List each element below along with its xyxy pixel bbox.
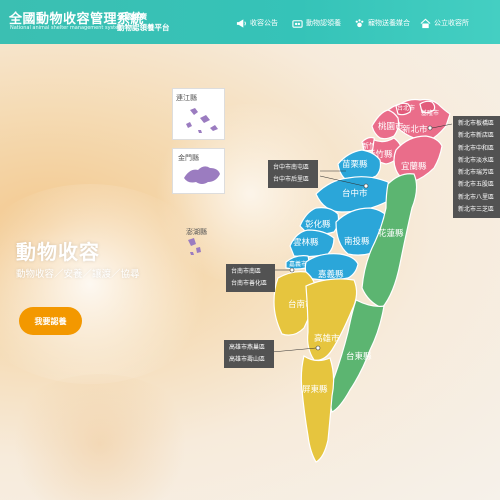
region-label-kaohsiung: 高雄市 [314,333,340,344]
district-link[interactable]: 台南市南區 [231,266,270,278]
region-label-hualien: 花蓮縣 [378,228,404,239]
region-label-taoyuan: 桃園市 [378,121,404,132]
district-link[interactable]: 新北市新店區 [458,130,495,142]
region-label-yunlin: 雲林縣 [293,237,319,248]
region-label-miaoli: 苗栗縣 [342,159,368,170]
region-penghu[interactable]: 澎湖縣 [186,227,207,255]
region-label-taipei: 台北市 [397,104,415,112]
newtaipei-districts-callout: 新北市板橋區 新北市新店區 新北市中和區 新北市淡水區 新北市瑞芳區 新北市五股… [453,116,500,219]
kaohsiung-districts-callout: 高雄市燕巢區 高雄市壽山區 [224,340,274,368]
district-link[interactable]: 新北市中和區 [458,143,495,155]
region-label-lienchiang: 連江縣 [176,93,197,102]
region-lienchiang[interactable]: 連江縣 [176,93,218,133]
region-label-taitung: 台東縣 [346,351,372,362]
region-label-keelung: 基隆市 [421,109,439,117]
region-yunlin[interactable]: 雲林縣 [289,229,335,258]
region-label-penghu: 澎湖縣 [186,227,207,236]
region-pingtung[interactable]: 屏東縣 [300,355,335,463]
region-label-nantou: 南投縣 [344,236,370,247]
district-link[interactable]: 新北市八里區 [458,192,495,204]
region-taichung[interactable]: 台中市 [315,176,391,213]
taichung-districts-callout: 台中市南屯區 台中市后里區 [268,160,318,188]
region-kinmen[interactable]: 金門縣 [178,153,220,184]
region-label-pingtung: 屏東縣 [302,384,328,395]
district-link[interactable]: 新北市瑞芳區 [458,167,495,179]
region-label-chiayi-city: 嘉義市 [289,260,307,268]
tainan-districts-callout: 台南市南區 台南市善化區 [226,264,275,292]
district-link[interactable]: 台南市善化區 [231,278,270,290]
region-label-changhua: 彰化縣 [305,219,331,230]
district-link[interactable]: 台中市南屯區 [273,162,313,174]
region-label-yilan: 宜蘭縣 [401,161,427,172]
district-link[interactable]: 新北市淡水區 [458,155,495,167]
district-link[interactable]: 台中市后里區 [273,174,313,186]
region-label-kinmen: 金門縣 [178,153,199,162]
district-link[interactable]: 新北市五股區 [458,179,495,191]
region-chiayi-county[interactable]: 嘉義縣 [304,253,359,281]
region-label-newtaipei: 新北市 [402,124,428,135]
district-link[interactable]: 高雄市燕巢區 [229,342,269,354]
district-link[interactable]: 新北市板橋區 [458,118,495,130]
taiwan-map: 連江縣 金門縣 澎湖縣 新北市 台北市 基隆市 桃園市 新竹市 新竹縣 宜蘭縣 [176,93,453,463]
region-label-taichung: 台中市 [342,188,368,199]
district-link[interactable]: 高雄市壽山區 [229,354,269,366]
district-link[interactable]: 新北市三芝區 [458,204,495,216]
